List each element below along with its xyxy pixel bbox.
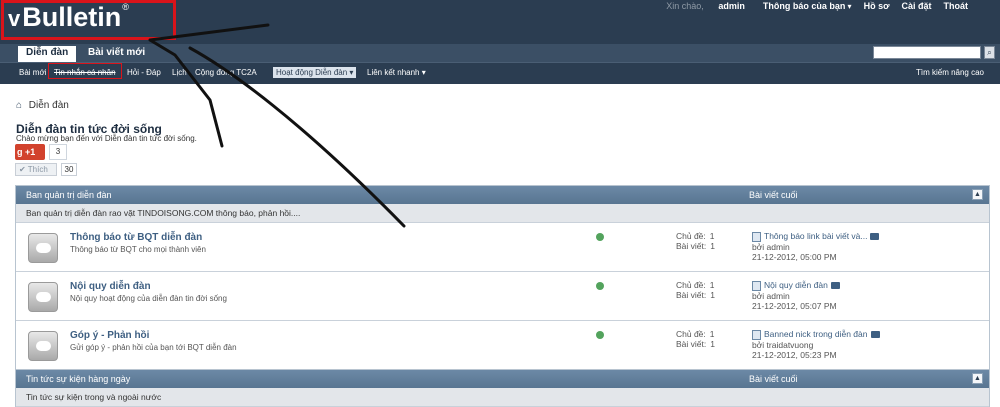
document-icon: [752, 329, 761, 340]
last-post-date: 21-12-2012,: [752, 251, 798, 262]
username-link[interactable]: admin: [712, 1, 751, 11]
forum-category-admin: Ban quản trị diễn đàn Bài viết cuối ▲ Ba…: [15, 185, 990, 371]
tab-forums[interactable]: Diễn đàn: [18, 46, 77, 62]
nav-calendar[interactable]: Lịch: [172, 68, 187, 77]
topics-label: Chủ đề:: [676, 329, 706, 339]
posts-count: 1: [710, 290, 715, 300]
go-to-post-icon[interactable]: [870, 233, 880, 241]
topics-count: 1: [709, 280, 715, 290]
topics-count: 1: [709, 329, 715, 339]
go-to-post-icon[interactable]: [870, 331, 880, 339]
forum-subtitle: Nội quy hoạt động của diễn đàn tin đời s…: [70, 294, 227, 303]
go-to-post-icon[interactable]: [830, 282, 840, 290]
forum-row: Thông báo từ BQT diễn đàn Thông báo từ B…: [16, 223, 989, 272]
last-post: Nội quy diễn đàn bởi admin 21-12-2012, 0…: [752, 280, 840, 311]
status-icon: [596, 331, 604, 339]
category-description: Ban quản trị diễn đàn rao vặt TINDOISONG…: [16, 204, 989, 223]
annotation-highlight-logo: [1, 0, 176, 40]
gplus-button[interactable]: g +1: [15, 144, 45, 160]
document-icon: [752, 231, 761, 242]
like-count: 30: [61, 163, 77, 176]
annotation-highlight-messages: [48, 63, 122, 79]
advanced-search-link[interactable]: Tìm kiếm nâng cao: [916, 68, 984, 77]
home-icon[interactable]: ⌂: [16, 100, 26, 111]
document-icon: [752, 280, 761, 291]
posts-count: 1: [710, 241, 715, 251]
notifications-menu[interactable]: Thông báo của bạn: [757, 1, 858, 11]
category-header: Ban quản trị diễn đàn Bài viết cuối ▲: [16, 186, 989, 204]
forum-title[interactable]: Góp ý - Phản hồi: [70, 330, 149, 341]
like-icon: ✔: [19, 165, 26, 174]
category-header: Tin tức sự kiện hàng ngày Bài viết cuối …: [16, 370, 989, 388]
page-description: Chào mừng bạn đến với Diễn đàn tin tức đ…: [16, 134, 197, 143]
top-links: Xin chào, admin Thông báo của bạn Hồ sơ …: [654, 1, 974, 11]
forum-stats: Chủ đề: 1 Bài viết: 1: [676, 280, 715, 300]
last-post: Thông báo link bài viết và... bởi admin …: [752, 231, 880, 262]
posts-count: 1: [710, 339, 715, 349]
last-post-title[interactable]: Thông báo link bài viết và...: [764, 231, 867, 241]
last-post-time: 05:00 PM: [800, 251, 837, 262]
last-post-title[interactable]: Banned nick trong diễn đàn: [764, 329, 868, 339]
like-button[interactable]: ✔ Thích: [15, 163, 57, 176]
breadcrumb: ⌂ Diễn đàn: [16, 100, 69, 111]
forum-subtitle: Gửi góp ý - phản hồi của bạn tới BQT diễ…: [70, 343, 237, 352]
search-icon[interactable]: ⌕: [984, 46, 995, 59]
last-post-time: 05:23 PM: [800, 349, 837, 360]
collapse-icon[interactable]: ▲: [972, 189, 983, 200]
forum-bubble-icon: [28, 233, 58, 263]
category-title[interactable]: Tin tức sự kiện hàng ngày: [26, 374, 130, 384]
nav-community[interactable]: Cộng đồng TC2A: [195, 68, 257, 77]
forum-category-news: Tin tức sự kiện hàng ngày Bài viết cuối …: [15, 369, 990, 407]
posts-label: Bài viết:: [676, 290, 707, 300]
tab-bar: Diễn đàn Bài viết mới ⌕: [0, 44, 1000, 62]
greeting-label: Xin chào,: [666, 1, 704, 11]
topics-label: Chủ đề:: [676, 280, 706, 290]
forum-row: Góp ý - Phản hồi Gửi góp ý - phản hồi củ…: [16, 321, 989, 370]
posts-label: Bài viết:: [676, 241, 707, 251]
gplus-icon: g: [17, 147, 23, 157]
forum-title[interactable]: Thông báo từ BQT diễn đàn: [70, 232, 202, 243]
nav-quick-links[interactable]: Liên kết nhanh: [367, 68, 426, 77]
forum-stats: Chủ đề: 1 Bài viết: 1: [676, 231, 715, 251]
posts-label: Bài viết:: [676, 339, 707, 349]
nav-faq[interactable]: Hỏi - Đáp: [127, 68, 161, 77]
last-post-date: 21-12-2012,: [752, 300, 798, 311]
collapse-icon[interactable]: ▲: [972, 373, 983, 384]
last-post-date: 21-12-2012,: [752, 349, 798, 360]
last-post-author[interactable]: bởi admin: [752, 242, 879, 252]
logout-link[interactable]: Thoát: [938, 1, 975, 11]
gplus-label: +1: [25, 147, 36, 157]
search-input[interactable]: [873, 46, 981, 59]
forum-stats: Chủ đề: 1 Bài viết: 1: [676, 329, 715, 349]
nav-forum-actions[interactable]: Hoạt động Diễn đàn: [273, 67, 357, 78]
last-post: Banned nick trong diễn đàn bởi traidatvu…: [752, 329, 880, 360]
last-post-title[interactable]: Nội quy diễn đàn: [764, 280, 828, 290]
sub-navbar: Bài mới Tin nhắn cá nhân Hỏi - Đáp Lịch …: [0, 62, 1000, 84]
greeting: Xin chào, admin: [654, 1, 757, 11]
last-post-header: Bài viết cuối: [749, 190, 798, 200]
gplus-count: 3: [49, 144, 67, 160]
category-title[interactable]: Ban quản trị diễn đàn: [26, 190, 112, 200]
like-label: Thích: [27, 165, 48, 174]
profile-link[interactable]: Hồ sơ: [858, 1, 896, 11]
last-post-author[interactable]: bởi admin: [752, 291, 840, 301]
status-icon: [596, 282, 604, 290]
forum-bubble-icon: [28, 282, 58, 312]
last-post-author[interactable]: bởi traidatvuong: [752, 340, 880, 350]
status-icon: [596, 233, 604, 241]
forum-bubble-icon: [28, 331, 58, 361]
forum-row: Nội quy diễn đàn Nội quy hoạt động của d…: [16, 272, 989, 321]
category-description: Tin tức sự kiện trong và ngoài nước: [16, 388, 989, 407]
nav-new-posts[interactable]: Bài mới: [19, 68, 46, 77]
topics-count: 1: [709, 231, 715, 241]
tab-new-posts[interactable]: Bài viết mới: [80, 46, 153, 62]
settings-link[interactable]: Cài đặt: [895, 1, 937, 11]
forum-title[interactable]: Nội quy diễn đàn: [70, 281, 151, 292]
last-post-header: Bài viết cuối: [749, 374, 798, 384]
breadcrumb-forums[interactable]: Diễn đàn: [29, 100, 69, 111]
last-post-time: 05:07 PM: [800, 300, 837, 311]
topics-label: Chủ đề:: [676, 231, 706, 241]
forum-subtitle: Thông báo từ BQT cho mọi thành viên: [70, 245, 206, 254]
